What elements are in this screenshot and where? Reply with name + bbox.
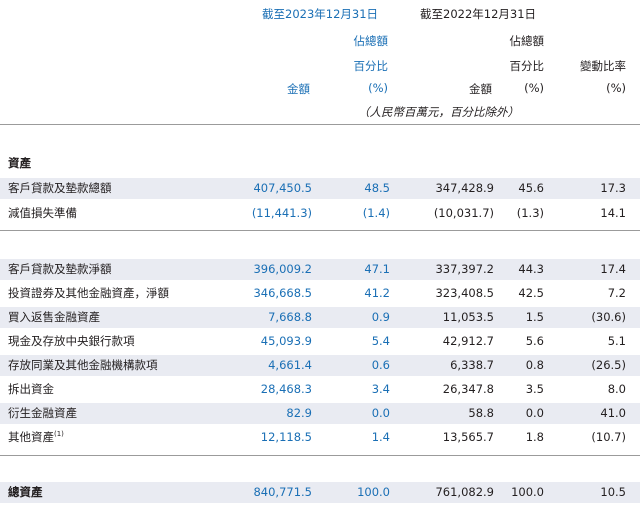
pct-2022: 1.8	[525, 430, 544, 444]
pct-2022-header-l1: 佔總額	[509, 34, 545, 48]
pct-2023: (1.4)	[362, 206, 390, 220]
period-2023-header: 截至2023年12月31日	[262, 7, 379, 21]
amount-2023: 45,093.9	[260, 334, 312, 348]
amount-2022: (10,031.7)	[433, 206, 494, 220]
amount-2023: 407,450.5	[253, 181, 312, 195]
change-rate: 7.2	[607, 286, 626, 300]
pct-2022: 42.5	[518, 286, 544, 300]
amount-2022: 58.8	[468, 406, 494, 420]
pct-2023: 0.9	[371, 310, 390, 324]
row-label: 投資證券及其他金融資產，淨額	[8, 286, 169, 300]
total-row: 總資產 840,771.5 100.0 761,082.9 100.0 10.5	[0, 482, 640, 503]
pct-2023: 3.4	[371, 382, 390, 396]
amount-2022: 337,397.2	[435, 262, 494, 276]
pct-2022: (1.3)	[516, 206, 544, 220]
total-pct-2023: 100.0	[357, 485, 390, 499]
row-label: 拆出資金	[8, 382, 54, 396]
amount-2023: 82.9	[286, 406, 312, 420]
unit-note: （人民幣百萬元，百分比除外）	[358, 105, 519, 119]
amount-2022: 11,053.5	[442, 310, 494, 324]
amount-2023: 7,668.8	[268, 310, 312, 324]
pct-2022-header-l3: (%)	[524, 81, 544, 95]
total-label: 總資產	[8, 485, 43, 499]
row-label: 客戶貸款及墊款總額	[8, 181, 112, 195]
change-header-l2: (%)	[606, 81, 626, 95]
row-label: 客戶貸款及墊款淨額	[8, 262, 112, 276]
amount-2022-header: 金額	[469, 82, 492, 96]
amount-2022: 6,338.7	[450, 358, 494, 372]
change-rate: (30.6)	[591, 310, 626, 324]
pct-2023-header-l2: 百分比	[353, 59, 389, 73]
pct-2022: 1.5	[525, 310, 544, 324]
amount-2022: 26,347.8	[442, 382, 494, 396]
row-label: 衍生金融資產	[8, 406, 77, 420]
pct-2023: 47.1	[364, 262, 390, 276]
row-label: 存放同業及其他金融機構款項	[8, 358, 158, 372]
table-row: 減值損失準備 (11,441.3) (1.4) (10,031.7) (1.3) 14.1	[0, 203, 640, 224]
group2-divider	[0, 455, 640, 456]
amount-2023-header: 金額	[287, 82, 310, 96]
table-row: 其他資產(1) 12,118.5 1.4 13,565.7 1.8 (10.7)	[0, 427, 640, 448]
total-pct-2022: 100.0	[511, 485, 544, 499]
row-label: 減值損失準備	[8, 206, 77, 220]
pct-2022-header-l2: 百分比	[509, 59, 545, 73]
pct-2022: 0.0	[525, 406, 544, 420]
amount-2022: 347,428.9	[435, 181, 494, 195]
section-title: 資產	[8, 156, 31, 170]
table-row: 現金及存放中央銀行款項 45,093.9 5.4 42,912.7 5.6 5.1	[0, 331, 640, 352]
amount-2023: 4,661.4	[268, 358, 312, 372]
table-row: 客戶貸款及墊款淨額 396,009.2 47.1 337,397.2 44.3 17.4	[0, 259, 640, 280]
period-2022-header: 截至2022年12月31日	[420, 7, 537, 21]
pct-2022: 5.6	[525, 334, 544, 348]
pct-2022: 3.5	[525, 382, 544, 396]
change-rate: 5.1	[607, 334, 626, 348]
total-amount-2023: 840,771.5	[253, 485, 312, 499]
amount-2023: 28,468.3	[260, 382, 312, 396]
change-rate: 41.0	[600, 406, 626, 420]
table-row: 拆出資金 28,468.3 3.4 26,347.8 3.5 8.0	[0, 379, 640, 400]
amount-2023: 346,668.5	[253, 286, 312, 300]
pct-2023: 1.4	[371, 430, 390, 444]
change-rate: 17.3	[600, 181, 626, 195]
pct-2023-header-l1: 佔總額	[353, 34, 389, 48]
pct-2023: 0.0	[371, 406, 390, 420]
amount-2023: (11,441.3)	[251, 206, 312, 220]
pct-2022: 0.8	[525, 358, 544, 372]
change-rate: (10.7)	[591, 430, 626, 444]
table-row: 存放同業及其他金融機構款項 4,661.4 0.6 6,338.7 0.8 (26.5)	[0, 355, 640, 376]
header-divider	[0, 124, 640, 125]
amount-2023: 396,009.2	[253, 262, 312, 276]
pct-2023: 41.2	[364, 286, 390, 300]
pct-2023: 5.4	[371, 334, 390, 348]
change-rate: (26.5)	[591, 358, 626, 372]
amount-2023: 12,118.5	[260, 430, 312, 444]
pct-2022: 44.3	[518, 262, 544, 276]
table-row: 投資證券及其他金融資產，淨額 346,668.5 41.2 323,408.5 42.5…	[0, 283, 640, 304]
change-rate: 8.0	[607, 382, 626, 396]
amount-2022: 13,565.7	[442, 430, 494, 444]
change-header-l1: 變動比率	[580, 59, 626, 73]
change-rate: 17.4	[600, 262, 626, 276]
row-label: 其他資產(1)	[8, 430, 64, 444]
pct-2023: 0.6	[371, 358, 390, 372]
total-change: 10.5	[600, 485, 626, 499]
row-label: 買入返售金融資產	[8, 310, 100, 324]
amount-2022: 42,912.7	[442, 334, 494, 348]
group1-divider	[0, 230, 640, 231]
amount-2022: 323,408.5	[435, 286, 494, 300]
table-row: 衍生金融資產 82.9 0.0 58.8 0.0 41.0	[0, 403, 640, 424]
row-label: 現金及存放中央銀行款項	[8, 334, 135, 348]
total-amount-2022: 761,082.9	[435, 485, 494, 499]
footnote-marker: (1)	[54, 430, 64, 439]
change-rate: 14.1	[600, 206, 626, 220]
pct-2023: 48.5	[364, 181, 390, 195]
table-row: 買入返售金融資產 7,668.8 0.9 11,053.5 1.5 (30.6)	[0, 307, 640, 328]
table-row: 客戶貸款及墊款總額 407,450.5 48.5 347,428.9 45.6 17.3	[0, 178, 640, 199]
pct-2022: 45.6	[518, 181, 544, 195]
pct-2023-header-l3: (%)	[368, 81, 388, 95]
